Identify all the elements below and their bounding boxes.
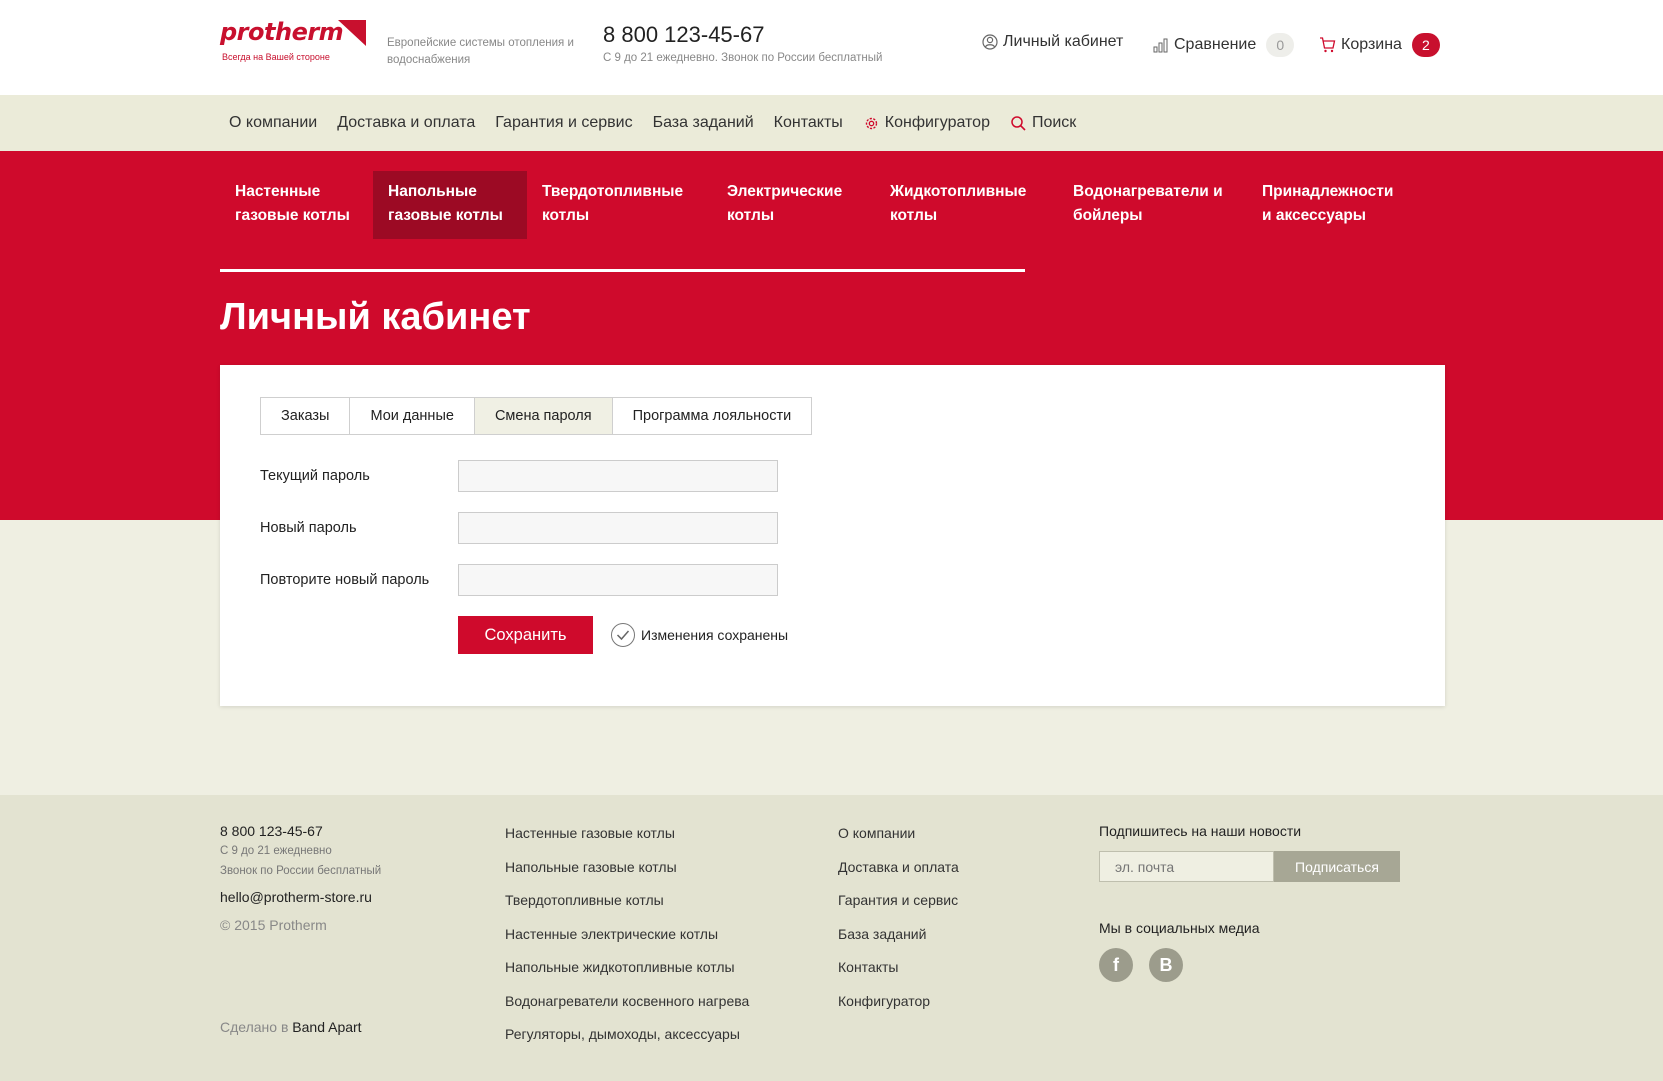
footer-products: Настенные газовые котлы Напольные газовы… [505, 823, 749, 1058]
site-tagline: Европейские системы отопления и водоснаб… [387, 37, 574, 66]
repeat-password-label: Повторите новый пароль [260, 572, 430, 588]
cabinet-label: Личный кабинет [1003, 33, 1124, 50]
saved-status: Изменения сохранены [611, 623, 788, 647]
saved-message: Изменения сохранены [641, 627, 789, 643]
footer-info-link[interactable]: Контакты [838, 957, 959, 977]
facebook-icon[interactable]: f [1099, 948, 1133, 982]
tab-my-data[interactable]: Мои данные [350, 398, 475, 434]
new-password-row: Новый пароль [260, 512, 778, 544]
account-tabs: Заказы Мои данные Смена пароля Программа… [260, 397, 813, 435]
nav-configurator-label: Конфигуратор [884, 114, 990, 131]
footer-product-link[interactable]: Настенные газовые котлы [505, 823, 749, 843]
nav-warranty[interactable]: Гарантия и сервис [495, 114, 632, 132]
vk-icon[interactable]: В [1149, 948, 1183, 982]
logo-tagline: Всегда на Вашей стороне [222, 52, 330, 62]
gear-icon [865, 117, 877, 129]
footer-email[interactable]: hello@protherm-store.ru [220, 889, 381, 905]
footer-hours-line1: С 9 до 21 ежедневно [220, 845, 332, 857]
footer-subscribe: Подпишитесь на наши новости Подписаться … [1099, 823, 1400, 982]
made-by-prefix: Сделано в [220, 1019, 289, 1035]
subscribe-title: Подпишитесь на наши новости [1099, 823, 1302, 839]
nav-contacts[interactable]: Контакты [774, 114, 843, 132]
subscribe-email-input[interactable] [1099, 851, 1274, 882]
category-electric[interactable]: Электрические котлы [712, 171, 875, 239]
footer-info-link[interactable]: Гарантия и сервис [838, 890, 959, 910]
footer-info-link[interactable]: Конфигуратор [838, 991, 959, 1011]
nav-delivery[interactable]: Доставка и оплата [337, 114, 475, 132]
nav-search[interactable]: Поиск [1010, 114, 1076, 132]
compare-link[interactable]: Сравнение 0 [1153, 33, 1295, 57]
footer-info-link[interactable]: База заданий [838, 924, 959, 944]
secondary-nav: О компании Доставка и оплата Гарантия и … [0, 95, 1663, 151]
current-password-input[interactable] [458, 460, 778, 492]
search-icon [1011, 115, 1026, 131]
save-button[interactable]: Сохранить [458, 616, 593, 654]
header-hours: С 9 до 21 ежедневно. Звонок по России бе… [603, 52, 883, 64]
compare-icon [1153, 38, 1168, 52]
logo-wordmark: protherm [220, 18, 344, 46]
footer-product-link[interactable]: Напольные жидкотопливные котлы [505, 957, 749, 977]
footer-made-by: Сделано в Band Apart [220, 1019, 362, 1035]
nav-configurator[interactable]: Конфигуратор [863, 114, 990, 132]
nav-search-label: Поиск [1031, 114, 1077, 131]
cart-icon [1320, 37, 1336, 53]
category-wall-gas[interactable]: Настенные газовые котлы [220, 171, 373, 239]
cart-link[interactable]: Корзина 2 [1319, 33, 1440, 57]
category-solid-fuel[interactable]: Твердотопливные котлы [527, 171, 712, 239]
footer-info: О компании Доставка и оплата Гарантия и … [838, 823, 959, 1024]
footer-product-link[interactable]: Напольные газовые котлы [505, 857, 749, 877]
header: protherm Всегда на Вашей стороне Европей… [0, 0, 1663, 95]
compare-label: Сравнение [1174, 36, 1257, 53]
logo-mark-icon [338, 20, 366, 46]
current-password-label: Текущий пароль [260, 468, 370, 484]
footer-info-link[interactable]: О компании [838, 823, 959, 843]
social-links: f В [1099, 948, 1400, 982]
category-accessories[interactable]: Принадлежности и аксессуары [1247, 171, 1417, 239]
tab-orders[interactable]: Заказы [261, 398, 351, 434]
footer-phone[interactable]: 8 800 123-45-67 [220, 823, 381, 839]
nav-knowledge-base[interactable]: База заданий [653, 114, 754, 132]
user-icon [982, 34, 998, 50]
category-underline [220, 269, 1025, 272]
subscribe-button[interactable]: Подписаться [1274, 851, 1400, 882]
footer-product-link[interactable]: Настенные электрические котлы [505, 924, 749, 944]
cabinet-link[interactable]: Личный кабинет [982, 33, 1123, 51]
tab-loyalty[interactable]: Программа лояльности [612, 398, 812, 434]
new-password-label: Новый пароль [260, 520, 357, 536]
header-phone-block: 8 800 123-45-67 С 9 до 21 ежедневно. Зво… [603, 22, 882, 64]
footer-product-link[interactable]: Водонагреватели косвенного нагрева [505, 991, 749, 1011]
new-password-input[interactable] [458, 512, 778, 544]
subscribe-form: Подписаться [1099, 851, 1400, 882]
category-nav: Настенные газовые котлы Напольные газовы… [220, 171, 1417, 239]
protherm-logo[interactable]: protherm Всегда на Вашей стороне [220, 18, 370, 68]
current-password-row: Текущий пароль [260, 460, 778, 492]
footer-hours: С 9 до 21 ежедневно Звонок по России бес… [220, 841, 381, 881]
compare-count-badge: 0 [1266, 33, 1295, 57]
category-water-heaters[interactable]: Водонагреватели и бойлеры [1058, 171, 1247, 239]
footer-product-link[interactable]: Твердотопливные котлы [505, 890, 749, 910]
footer-info-link[interactable]: Доставка и оплата [838, 857, 959, 877]
account-card: Заказы Мои данные Смена пароля Программа… [220, 365, 1445, 706]
footer-copyright: © 2015 Protherm [220, 917, 327, 933]
made-by-link[interactable]: Band Apart [292, 1019, 361, 1035]
repeat-password-row: Повторите новый пароль [260, 564, 778, 596]
tab-change-password[interactable]: Смена пароля [474, 398, 613, 434]
repeat-password-input[interactable] [458, 564, 778, 596]
check-circle-icon [611, 623, 635, 647]
footer-hours-line2: Звонок по России бесплатный [220, 865, 382, 877]
page-title: Личный кабинет [220, 296, 531, 338]
cart-label: Корзина [1341, 36, 1402, 53]
footer-contacts: 8 800 123-45-67 С 9 до 21 ежедневно Звон… [220, 823, 381, 1035]
footer-product-link[interactable]: Регуляторы, дымоходы, аксессуары [505, 1024, 749, 1044]
nav-about[interactable]: О компании [229, 114, 317, 132]
social-title: Мы в социальных медиа [1099, 920, 1260, 936]
category-floor-gas[interactable]: Напольные газовые котлы [373, 171, 527, 239]
cart-count-badge: 2 [1411, 33, 1440, 57]
category-liquid-fuel[interactable]: Жидкотопливные котлы [875, 171, 1058, 239]
footer: 8 800 123-45-67 С 9 до 21 ежедневно Звон… [0, 795, 1663, 1081]
header-phone[interactable]: 8 800 123-45-67 [603, 22, 882, 48]
